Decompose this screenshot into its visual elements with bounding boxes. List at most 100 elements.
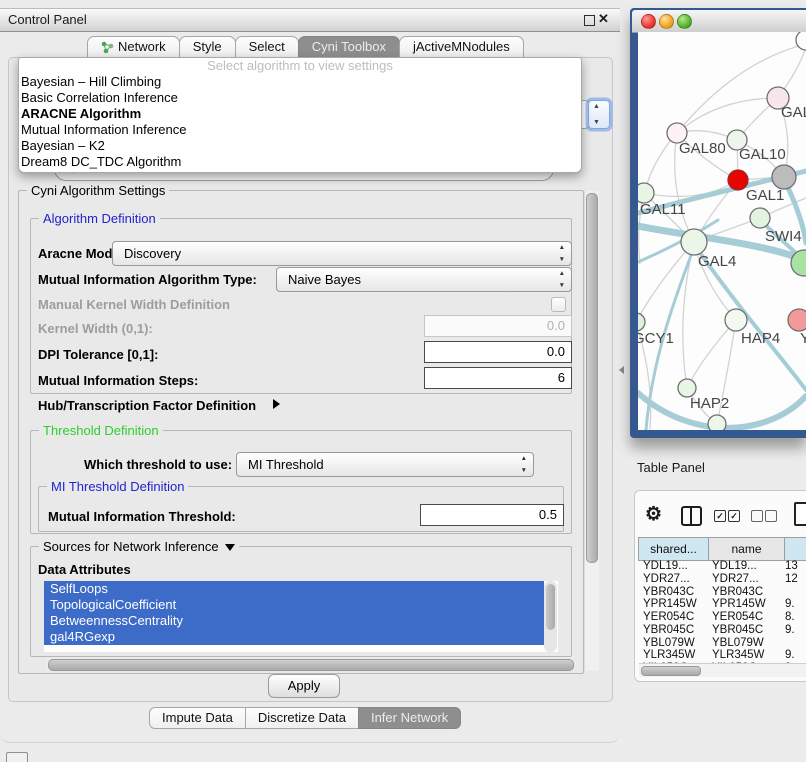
hub-definition-label[interactable]: Hub/Transcription Factor Definition bbox=[38, 398, 256, 413]
table-cell bbox=[783, 586, 806, 599]
network-edge bbox=[638, 242, 694, 322]
column-header-partial[interactable] bbox=[784, 537, 806, 561]
attribute-list-item[interactable]: SelfLoops bbox=[44, 581, 544, 597]
gear-icon[interactable] bbox=[645, 503, 662, 526]
table-cell: YDL19... bbox=[708, 560, 783, 573]
dpi-tolerance-label: DPI Tolerance [0,1]: bbox=[38, 347, 158, 362]
network-node[interactable] bbox=[708, 415, 726, 430]
network-node-label: GAL1 bbox=[746, 187, 784, 204]
minimize-window-icon[interactable] bbox=[659, 14, 674, 29]
manual-kernel-checkbox[interactable] bbox=[551, 297, 566, 312]
network-node-label: GAL80 bbox=[679, 140, 726, 157]
kernel-width-field[interactable]: 0.0 bbox=[424, 315, 572, 337]
data-attributes-list: SelfLoopsTopologicalCoefficientBetweenne… bbox=[44, 581, 558, 652]
mi-threshold-field[interactable]: 0.5 bbox=[420, 504, 564, 526]
select-all-checkbox-icon[interactable] bbox=[714, 510, 726, 522]
algorithm-dropdown-popup: Select algorithm to view settings Bayesi… bbox=[18, 57, 582, 173]
aracne-mode-combobox[interactable]: Discovery bbox=[112, 241, 572, 266]
page-icon[interactable] bbox=[794, 502, 806, 526]
column-header-name[interactable]: name bbox=[708, 537, 785, 561]
manual-kernel-label: Manual Kernel Width Definition bbox=[38, 297, 230, 312]
close-icon[interactable] bbox=[598, 11, 609, 27]
column-header-shared-name[interactable]: shared... bbox=[638, 537, 709, 561]
table-row[interactable]: YBR043CYBR043C bbox=[639, 586, 806, 599]
algorithm-option[interactable]: Mutual Information Inference bbox=[19, 122, 581, 138]
table-hscrollbar-thumb[interactable] bbox=[641, 666, 701, 676]
network-node[interactable] bbox=[788, 309, 806, 331]
table-cell: YDR27... bbox=[639, 573, 708, 586]
which-threshold-combobox[interactable]: MI Threshold bbox=[236, 452, 534, 477]
docked-panel-icon[interactable] bbox=[6, 752, 28, 762]
network-node[interactable] bbox=[638, 313, 645, 331]
algorithm-option[interactable]: Dream8 DC_TDC Algorithm bbox=[19, 154, 581, 170]
zoom-window-icon[interactable] bbox=[677, 14, 692, 29]
sources-title-text: Sources for Network Inference bbox=[43, 539, 219, 554]
network-node[interactable] bbox=[772, 165, 796, 189]
attribute-list-item[interactable]: TopologicalCoefficient bbox=[44, 597, 544, 613]
tab-network-label: Network bbox=[118, 37, 166, 57]
network-icon bbox=[101, 41, 114, 54]
table-row[interactable]: YDL19...YDL19...13 bbox=[639, 560, 806, 573]
select-all-checkbox-icon-2[interactable] bbox=[728, 510, 740, 522]
collapse-arrow-icon[interactable] bbox=[225, 544, 235, 551]
table-row[interactable]: YBR045CYBR045C9. bbox=[639, 624, 806, 637]
float-panel-icon[interactable] bbox=[584, 15, 595, 26]
network-window-titlebar[interactable] bbox=[632, 10, 806, 33]
table-row[interactable]: YDR27...YDR27...12 bbox=[639, 573, 806, 586]
splitter-handle-icon[interactable] bbox=[619, 366, 624, 374]
table-header: shared... name bbox=[639, 537, 806, 559]
tab-style[interactable]: Style bbox=[179, 36, 236, 58]
aracne-mode-value: Discovery bbox=[124, 246, 181, 261]
columns-icon[interactable] bbox=[681, 506, 702, 526]
table-cell: YER054C bbox=[708, 611, 783, 624]
tab-jactivemnodules[interactable]: jActiveMNodules bbox=[399, 36, 524, 58]
tab-select[interactable]: Select bbox=[235, 36, 299, 58]
table-row[interactable]: YBL079WYBL079W bbox=[639, 637, 806, 650]
table-row[interactable]: YER054CYER054C8. bbox=[639, 611, 806, 624]
algorithm-option[interactable]: Basic Correlation Inference bbox=[19, 90, 581, 106]
tab-network[interactable]: Network bbox=[87, 36, 180, 58]
threshold-definition-title: Threshold Definition bbox=[39, 423, 163, 438]
panel-title: Control Panel bbox=[8, 9, 87, 31]
apply-button[interactable]: Apply bbox=[268, 674, 340, 698]
tab-discretize-data[interactable]: Discretize Data bbox=[245, 707, 359, 729]
network-node[interactable] bbox=[638, 183, 654, 203]
network-node[interactable] bbox=[728, 170, 748, 190]
table-body: YDL19...YDL19...13YDR27...YDR27...12YBR0… bbox=[639, 560, 806, 667]
network-graph[interactable]: GALGAL80GAL10GAL1GAL11SWI4GAL4GCY1HAP4YH… bbox=[638, 32, 806, 430]
table-cell: YBL079W bbox=[639, 637, 708, 650]
table-cell: YPR145W bbox=[639, 598, 708, 611]
attributes-scrollbar-thumb[interactable] bbox=[546, 584, 555, 630]
which-threshold-label: Which threshold to use: bbox=[84, 457, 232, 472]
deselect-all-checkbox-icon-2[interactable] bbox=[765, 510, 777, 522]
table-cell: 9. bbox=[783, 624, 806, 637]
table-row[interactable]: YLR345WYLR345W9. bbox=[639, 649, 806, 662]
network-canvas[interactable]: GALGAL80GAL10GAL1GAL11SWI4GAL4GCY1HAP4YH… bbox=[638, 32, 806, 430]
table-row[interactable]: YPR145WYPR145W9. bbox=[639, 598, 806, 611]
network-node[interactable] bbox=[681, 229, 707, 255]
network-node[interactable] bbox=[750, 208, 770, 228]
algorithm-option[interactable]: ARACNE Algorithm bbox=[19, 106, 581, 122]
tab-cyni-toolbox[interactable]: Cyni Toolbox bbox=[298, 36, 400, 58]
tab-impute-data[interactable]: Impute Data bbox=[149, 707, 246, 729]
network-node[interactable] bbox=[796, 32, 806, 50]
mi-type-combobox[interactable]: Naive Bayes bbox=[276, 267, 572, 292]
algorithm-option[interactable]: Bayesian – Hill Climbing bbox=[19, 74, 581, 90]
algorithm-option[interactable]: Bayesian – K2 bbox=[19, 138, 581, 154]
network-node-label: GAL11 bbox=[640, 201, 686, 218]
deselect-all-checkbox-icon[interactable] bbox=[751, 510, 763, 522]
close-window-icon[interactable] bbox=[641, 14, 656, 29]
settings-hscrollbar-thumb[interactable] bbox=[48, 659, 574, 671]
expand-arrow-icon[interactable] bbox=[273, 399, 280, 409]
dpi-tolerance-field[interactable]: 0.0 bbox=[424, 341, 572, 363]
mi-steps-field[interactable]: 6 bbox=[424, 367, 572, 389]
attribute-list-item[interactable]: gal4RGexp bbox=[44, 629, 544, 645]
tab-infer-network[interactable]: Infer Network bbox=[358, 707, 461, 729]
algorithm-combobox-spinner[interactable] bbox=[588, 100, 610, 129]
bottom-tabbar: Impute Data Discretize Data Infer Networ… bbox=[150, 707, 461, 729]
tab-cyni-toolbox-label: Cyni Toolbox bbox=[312, 37, 386, 57]
attribute-list-item[interactable]: BetweennessCentrality bbox=[44, 613, 544, 629]
data-attributes-label: Data Attributes bbox=[38, 562, 131, 577]
network-node[interactable] bbox=[725, 309, 747, 331]
settings-vscrollbar-thumb[interactable] bbox=[586, 193, 598, 563]
